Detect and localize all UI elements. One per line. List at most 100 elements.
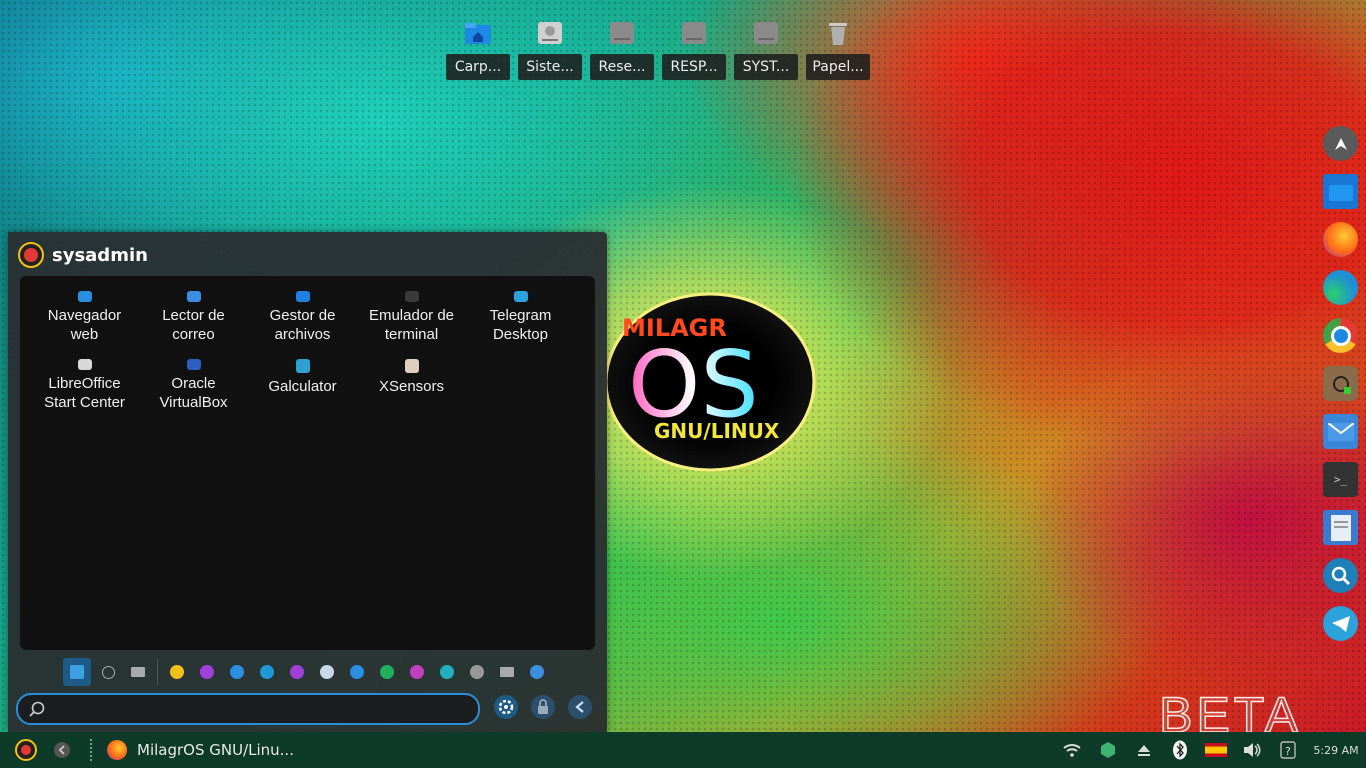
search-icon[interactable]	[1323, 558, 1358, 593]
taskbar-separator	[90, 739, 93, 761]
desktop-icon-reserva[interactable]: Rese...	[589, 18, 655, 80]
drive-icon	[607, 18, 637, 48]
bluetooth-icon[interactable]	[1162, 732, 1198, 768]
drive-icon	[679, 18, 709, 48]
os-menu-icon[interactable]	[0, 739, 52, 761]
trash-icon	[823, 18, 853, 48]
app-label: LibreOffice Start Center	[44, 375, 125, 411]
os-avatar-icon[interactable]	[18, 242, 44, 268]
app-label: Galculator	[268, 378, 337, 395]
firefox-icon[interactable]	[1323, 222, 1358, 257]
desktop-icon-sistema[interactable]: Siste...	[517, 18, 583, 80]
edge-icon[interactable]	[1323, 270, 1358, 305]
app-launcher: sysadmin Navegador web Lector de correo Ge…	[8, 232, 607, 732]
category-office-icon[interactable]	[372, 657, 402, 687]
web-browser-icon	[77, 291, 92, 302]
app-item[interactable]: Gestor de archivos	[248, 284, 357, 344]
file-manager-icon	[295, 291, 310, 302]
app-label: Navegador web	[47, 307, 122, 343]
category-preferences-icon[interactable]	[522, 657, 552, 687]
category-other-icon[interactable]	[492, 657, 522, 687]
back-nav-icon[interactable]	[52, 741, 72, 759]
category-settings-icon[interactable]	[312, 657, 342, 687]
window-title: MilagrOS GNU/Linu...	[137, 741, 294, 759]
mail-icon[interactable]	[1323, 414, 1358, 449]
eject-icon[interactable]	[1126, 732, 1162, 768]
category-network-icon[interactable]	[342, 657, 372, 687]
category-accessories-icon[interactable]	[162, 657, 192, 687]
package-updates-icon[interactable]	[1090, 732, 1126, 768]
network-icon	[350, 665, 364, 679]
mail-reader-icon	[186, 291, 201, 302]
taskbar: MilagrOS GNU/Linu... ? 5:29 AM	[0, 732, 1366, 768]
libreoffice-icon	[77, 359, 92, 370]
help-icon[interactable]: ?	[1270, 732, 1306, 768]
desktop-icon-label: SYST...	[734, 54, 798, 80]
desktop-icon-label: Papel...	[806, 54, 870, 80]
svg-text:?: ?	[1285, 745, 1291, 758]
all-apps-icon	[131, 667, 145, 677]
multimedia-icon	[410, 665, 424, 679]
education-icon	[230, 665, 244, 679]
app-item[interactable]: Navegador web	[30, 284, 139, 344]
category-bar	[63, 657, 552, 687]
app-item[interactable]: Telegram Desktop	[466, 284, 575, 344]
category-science-icon[interactable]	[432, 657, 462, 687]
username: sysadmin	[52, 244, 148, 266]
taskbar-window-firefox[interactable]: MilagrOS GNU/Linu...	[107, 740, 294, 760]
volume-icon[interactable]	[1234, 732, 1270, 768]
search-box[interactable]	[16, 693, 480, 725]
recent-icon	[101, 665, 115, 679]
milagros-logo: MILAGR OS GNU/LINUX	[598, 290, 816, 472]
telegram-icon[interactable]	[1323, 606, 1358, 641]
desktop-icon-papelera[interactable]: Papel...	[805, 18, 871, 80]
category-education-icon[interactable]	[222, 657, 252, 687]
category-multimedia-icon[interactable]	[402, 657, 432, 687]
category-graphics-icon[interactable]	[252, 657, 282, 687]
terminal-icon	[404, 291, 419, 302]
terminal-icon[interactable]: >_	[1323, 462, 1358, 497]
telegram-icon	[513, 291, 528, 302]
category-favorites-icon[interactable]	[63, 658, 91, 686]
app-item[interactable]: XSensors	[357, 352, 466, 412]
sensors-icon	[404, 359, 419, 373]
desktop-icons: Carp... Siste... Rese... RESP... SYST...…	[445, 18, 871, 80]
keyboard-layout-flag-icon[interactable]	[1198, 732, 1234, 768]
settings-icon	[320, 665, 334, 679]
app-item[interactable]: Emulador de terminal	[357, 284, 466, 344]
other-icon	[500, 667, 514, 677]
clock[interactable]: 5:29 AM	[1306, 744, 1366, 757]
app-grid: Navegador web Lector de correo Gestor de a…	[20, 276, 595, 650]
lock-icon[interactable]	[531, 695, 555, 719]
app-label: Gestor de archivos	[269, 307, 336, 343]
system-icon	[470, 665, 484, 679]
launcher-header: sysadmin	[18, 242, 148, 268]
launcher-rocket-icon[interactable]	[1323, 126, 1358, 161]
chrome-icon[interactable]	[1323, 318, 1358, 353]
desktop-icon-carpeta[interactable]: Carp...	[445, 18, 511, 80]
app-label: Lector de correo	[162, 307, 225, 343]
app-item[interactable]: Galculator	[248, 352, 357, 412]
files-folder-icon[interactable]	[1323, 174, 1358, 209]
category-development-icon[interactable]	[192, 657, 222, 687]
logo-line3: GNU/LINUX	[654, 419, 780, 443]
back-icon[interactable]	[568, 695, 592, 719]
category-internet-icon[interactable]	[282, 657, 312, 687]
settings-gear-icon[interactable]	[494, 695, 518, 719]
downloader-icon[interactable]	[1323, 366, 1358, 401]
office-icon	[380, 665, 394, 679]
desktop-icon-system[interactable]: SYST...	[733, 18, 799, 80]
document-viewer-icon[interactable]	[1323, 510, 1358, 545]
category-system-icon[interactable]	[462, 657, 492, 687]
app-item[interactable]: Oracle VirtualBox	[139, 352, 248, 412]
wifi-icon[interactable]	[1054, 732, 1090, 768]
category-recent-icon[interactable]	[93, 657, 123, 687]
app-label: Emulador de terminal	[368, 307, 455, 343]
app-item[interactable]: LibreOffice Start Center	[30, 352, 139, 412]
drive-icon	[535, 18, 565, 48]
search-input[interactable]	[52, 696, 478, 722]
internet-icon	[290, 665, 304, 679]
desktop-icon-respaldo[interactable]: RESP...	[661, 18, 727, 80]
category-all-apps-icon[interactable]	[123, 657, 153, 687]
app-item[interactable]: Lector de correo	[139, 284, 248, 344]
